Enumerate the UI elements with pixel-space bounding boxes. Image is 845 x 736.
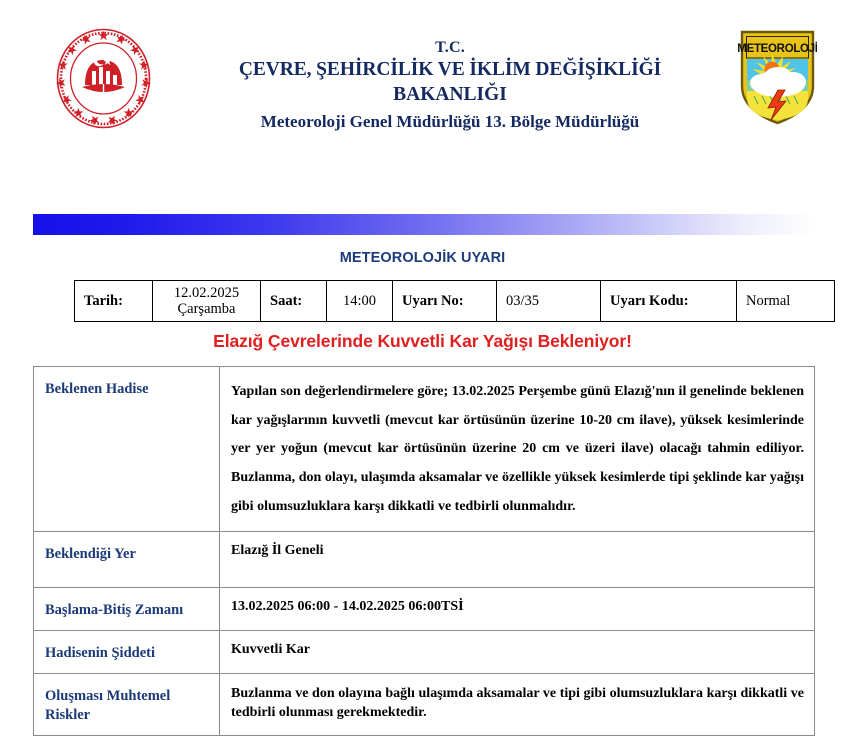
olusmasi-muhtemel-riskler-value: Buzlanma ve don olayına bağlı ulaşımda a…	[219, 673, 815, 736]
header-line-regional-directorate: Meteoroloji Genel Müdürlüğü 13. Bölge Mü…	[260, 112, 640, 132]
baslama-bitis-zamani-value: 13.02.2025 06:00 - 14.02.2025 06:00TSİ	[219, 587, 815, 632]
warning-detail-table: Beklenen Hadise Yapılan son değerlendirm…	[33, 365, 815, 736]
table-row: Tarih: 12.02.2025 Çarşamba Saat: 14:00 U…	[74, 280, 835, 322]
page-title: METEOROLOJİK UYARI	[339, 250, 506, 266]
beklenen-hadise-text: Yapılan son değerlendirmelere göre; 13.0…	[231, 384, 804, 514]
beklenen-hadise-label: Beklenen Hadise	[33, 365, 220, 533]
uyari-kodu-value: Normal	[736, 280, 835, 322]
header-line-bakanlik: BAKANLIĞI	[393, 84, 507, 106]
table-row: Beklenen Hadise Yapılan son değerlendirm…	[33, 365, 815, 533]
table-row: Oluşması Muhtemel Riskler Buzlanma ve do…	[33, 673, 815, 736]
riskler-label-line1: Oluşması Muhtemel	[45, 688, 171, 705]
table-row: Hadisenin Şiddeti Kuvvetli Kar	[33, 630, 815, 675]
tarih-value-weekday: Çarşamba	[177, 301, 236, 317]
beklendigi-yer-value: Elazığ İl Geneli	[219, 531, 815, 589]
uyari-no-value: 03/35	[496, 280, 601, 322]
svg-text:METEOROLOJİ: METEOROLOJİ	[738, 42, 817, 55]
beklendigi-yer-label: Beklendiği Yer	[33, 531, 220, 589]
header-title-block: T.C. ÇEVRE, ŞEHİRCİLİK VE İKLİM DEĞİŞİKL…	[170, 38, 730, 133]
decorative-gradient-bar	[33, 214, 815, 235]
uyari-kodu-label: Uyarı Kodu:	[600, 280, 737, 322]
alert-headline: Elazığ Çevrelerinde Kuvvetli Kar Yağışı …	[213, 331, 632, 351]
riskler-label-line2: Riskler	[45, 706, 91, 723]
tarih-label: Tarih:	[74, 280, 153, 322]
beklenen-hadise-value: Yapılan son değerlendirmelere göre; 13.0…	[219, 365, 815, 533]
tarih-value-date: 12.02.2025	[173, 284, 240, 301]
header-line-ministry: ÇEVRE, ŞEHİRCİLİK VE İKLİM DEĞİŞİKLİĞİ	[238, 59, 662, 81]
document-header: SEAL T.C. ÇEVRE, ŞEHİRCİLİK VE İKLİM DEĞ…	[0, 0, 845, 175]
meteoroloji-shield-icon: METEOROLOJİ	[738, 28, 817, 126]
ministry-seal-icon: SEAL	[52, 27, 155, 130]
header-line-tc: T.C.	[435, 39, 465, 56]
riskler-text: Buzlanma ve don olayına bağlı ulaşımda a…	[231, 686, 804, 721]
saat-label: Saat:	[260, 280, 327, 322]
table-row: Beklendiği Yer Elazığ İl Geneli	[33, 531, 815, 589]
saat-value: 14:00	[326, 280, 393, 322]
table-row: Başlama-Bitiş Zamanı 13.02.2025 06:00 - …	[33, 587, 815, 632]
hadisenin-siddeti-value: Kuvvetli Kar	[219, 630, 815, 675]
olusmasi-muhtemel-riskler-label: Oluşması Muhtemel Riskler	[33, 673, 220, 736]
hadisenin-siddeti-label: Hadisenin Şiddeti	[33, 630, 220, 675]
warning-meta-table: Tarih: 12.02.2025 Çarşamba Saat: 14:00 U…	[74, 280, 835, 322]
tarih-value: 12.02.2025 Çarşamba	[152, 280, 261, 322]
uyari-no-label: Uyarı No:	[392, 280, 497, 322]
baslama-bitis-zamani-label: Başlama-Bitiş Zamanı	[33, 587, 220, 632]
